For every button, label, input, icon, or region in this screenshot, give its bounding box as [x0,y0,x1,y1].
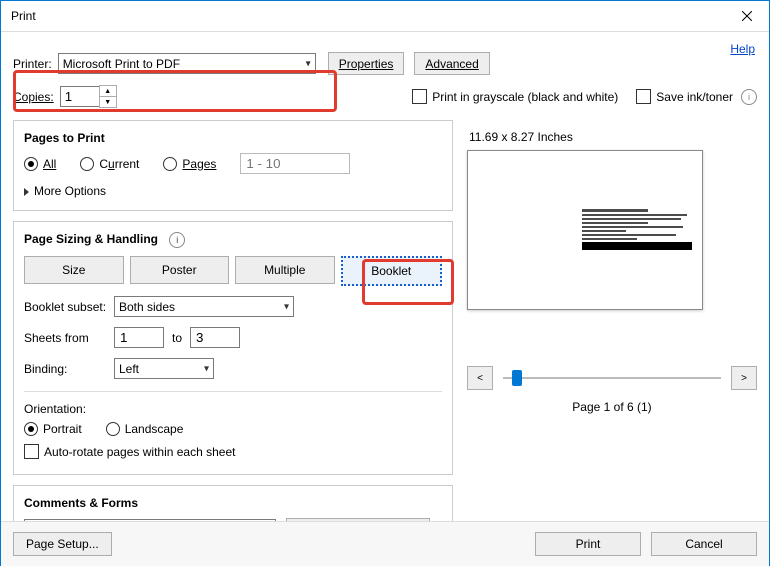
radio-landscape[interactable]: Landscape [106,422,184,436]
booklet-subset-label: Booklet subset: [24,300,114,314]
spinner-up-icon[interactable]: ▲ [100,86,116,97]
autorotate-label: Auto-rotate pages within each sheet [44,445,235,459]
pages-to-print-section: Pages to Print All Current Pages More Op… [13,120,453,211]
binding-value: Left [119,362,139,376]
close-button[interactable] [724,1,769,31]
chevron-down-icon: ▾ [306,58,311,69]
radio-portrait[interactable]: Portrait [24,422,82,436]
info-icon[interactable]: i [741,89,757,105]
cancel-button[interactable]: Cancel [651,532,757,556]
printer-select-value: Microsoft Print to PDF [63,57,180,71]
printer-label: Printer: [13,57,52,71]
sizing-title: Page Sizing & Handling i [24,232,442,248]
dialog-footer: Page Setup... Print Cancel [1,521,769,566]
radio-all-label: All [43,157,56,171]
document-thumbnail [582,209,692,252]
save-ink-label: Save ink/toner [656,90,733,104]
prev-page-button[interactable]: < [467,366,493,390]
booklet-subset-value: Both sides [119,300,175,314]
poster-button-label: Poster [162,263,197,277]
sizing-section: Page Sizing & Handling i Size Poster Mul… [13,221,453,475]
preview-pane: 11.69 x 8.27 Inches < > [467,120,757,564]
multiple-button-label: Multiple [264,263,305,277]
chevron-down-icon: ▾ [204,363,209,374]
properties-button[interactable]: Properties [328,52,405,75]
page-setup-button[interactable]: Page Setup... [13,532,112,556]
radio-portrait-label: Portrait [43,422,82,436]
copies-input[interactable] [60,86,100,107]
window-title: Print [11,9,36,23]
page-indicator: Page 1 of 6 (1) [467,400,757,414]
multiple-button[interactable]: Multiple [235,256,335,284]
properties-button-label: Properties [339,57,394,71]
sheets-from-label: Sheets from [24,331,114,345]
poster-button[interactable]: Poster [130,256,230,284]
advanced-button-label: Advanced [425,57,478,71]
radio-all[interactable]: All [24,157,56,171]
booklet-button[interactable]: Booklet [341,256,443,286]
radio-current[interactable]: Current [80,157,139,171]
sheets-to-label: to [172,331,182,345]
print-dialog: Print Help Printer: Microsoft Print to P… [0,0,770,566]
info-icon[interactable]: i [169,232,185,248]
grayscale-checkbox[interactable]: Print in grayscale (black and white) [412,89,618,104]
slider-thumb[interactable] [512,370,522,386]
sheets-to-input[interactable] [190,327,240,348]
pages-title: Pages to Print [24,131,442,145]
chevron-left-icon: < [477,373,483,384]
print-button-label: Print [576,537,601,551]
size-button-label: Size [62,263,85,277]
preview-dimensions: 11.69 x 8.27 Inches [469,130,757,144]
size-button[interactable]: Size [24,256,124,284]
autorotate-checkbox[interactable]: Auto-rotate pages within each sheet [24,444,235,459]
triangle-right-icon [24,188,29,196]
chevron-right-icon: > [741,373,747,384]
radio-landscape-label: Landscape [125,422,184,436]
page-slider[interactable] [503,367,721,389]
save-ink-checkbox[interactable]: Save ink/toner [636,89,733,104]
grayscale-label: Print in grayscale (black and white) [432,90,618,104]
comments-title: Comments & Forms [24,496,442,510]
page-setup-label: Page Setup... [26,537,99,551]
help-link[interactable]: Help [730,42,755,56]
page-range-input[interactable] [240,153,350,174]
titlebar: Print [1,1,769,32]
chevron-down-icon: ▾ [284,301,289,312]
preview-page [467,150,703,310]
copies-label: Copies: [13,90,54,104]
copies-spinner[interactable]: ▲▼ [99,85,117,108]
advanced-button[interactable]: Advanced [414,52,489,75]
orientation-title: Orientation: [24,402,442,416]
print-button[interactable]: Print [535,532,641,556]
close-icon [742,11,752,21]
radio-current-label: Current [99,157,139,171]
sheets-from-input[interactable] [114,327,164,348]
radio-pages-label: Pages [182,157,216,171]
booklet-subset-select[interactable]: Both sides ▾ [114,296,294,317]
more-options-toggle[interactable]: More Options [24,184,442,198]
more-options-label: More Options [34,184,106,198]
next-page-button[interactable]: > [731,366,757,390]
printer-select[interactable]: Microsoft Print to PDF ▾ [58,53,316,74]
checkbox-icon [24,444,39,459]
binding-label: Binding: [24,362,114,376]
cancel-button-label: Cancel [685,537,722,551]
spinner-down-icon[interactable]: ▼ [100,97,116,107]
radio-pages[interactable]: Pages [163,157,216,171]
binding-select[interactable]: Left ▾ [114,358,214,379]
booklet-button-label: Booklet [371,264,411,278]
checkbox-icon [412,89,427,104]
checkbox-icon [636,89,651,104]
